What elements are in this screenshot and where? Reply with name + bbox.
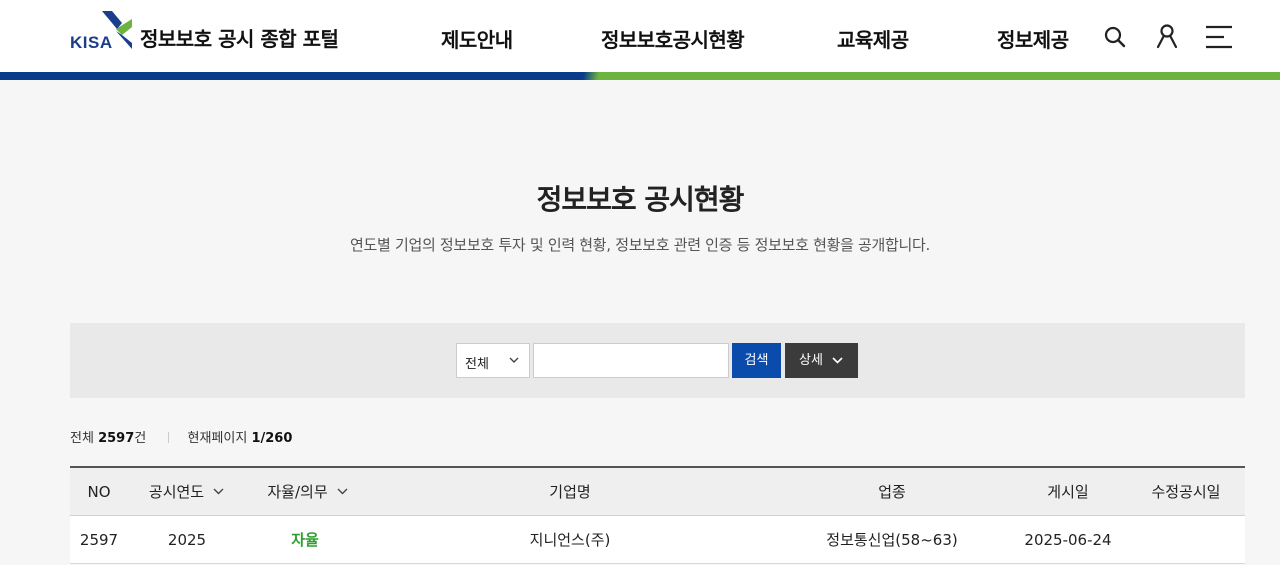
chevron-down-icon [832,357,843,364]
table-header: NO 공시연도 자율/의무 기업명 업종 게시일 수정공시일 [70,466,1245,516]
column-header-type[interactable]: 자율/의무 [258,468,358,515]
total-label: 전체 [70,431,94,446]
total-unit: 건 [134,431,147,446]
header-color-stripe [0,72,1280,80]
current-page-value: 1/260 [251,431,293,446]
portal-title: 정보보호 공시 종합 포털 [140,27,339,51]
chevron-down-icon [213,488,224,495]
disclosure-table: NO 공시연도 자율/의무 기업명 업종 게시일 수정공시일 2597 2025… [70,466,1245,564]
menu-icon[interactable] [1204,22,1234,52]
page-title: 정보보호 공시현황 [536,183,745,216]
cell-no: 2597 [79,530,119,549]
current-page-label: 현재페이지 [187,431,248,446]
search-category-value: 전체 [465,357,489,372]
cell-company[interactable]: 지니언스(주) [470,516,670,563]
cell-modified [1136,516,1236,563]
search-icon[interactable] [1101,22,1131,52]
nav-item-disclosure-status[interactable]: 정보보호공시현황 [601,24,745,53]
cell-year: 2025 [167,530,207,549]
summary-divider [168,432,170,443]
nav-item-education[interactable]: 교육제공 [837,24,909,53]
search-button[interactable]: 검색 [732,343,781,378]
detail-search-label: 상세 [799,353,823,368]
search-category-select[interactable]: 전체 [456,343,530,378]
column-header-posted: 게시일 [1047,483,1089,501]
cell-industry: 정보통신업(58~63) [826,531,958,549]
nav-item-guide[interactable]: 제도안내 [441,24,513,53]
chevron-down-icon [509,357,519,363]
page-description: 연도별 기업의 정보보호 투자 및 인력 현황, 정보보호 관련 인증 등 정보… [349,236,931,254]
total-count: 2597 [98,431,135,446]
column-header-year[interactable]: 공시연도 [140,468,234,515]
kisa-logo-text: KISA [70,33,113,52]
column-header-industry: 업종 [878,483,906,501]
result-summary: 전체 2597건 현재페이지 1/260 [70,427,292,446]
search-input[interactable] [533,343,729,378]
column-header-company: 기업명 [549,483,591,501]
chevron-down-icon [337,488,348,495]
nav-item-information[interactable]: 정보제공 [997,24,1069,53]
kisa-logo[interactable]: KISA 정보보호 공시 종합 포털 [70,8,339,58]
cell-type: 자율 [291,531,319,549]
search-panel: 전체 검색 상세 [70,323,1245,398]
cell-posted: 2025-06-24 [1024,530,1112,549]
table-row[interactable]: 2597 2025 자율 지니언스(주) 정보통신업(58~63) 2025-0… [70,516,1245,564]
column-header-no: NO [87,482,111,501]
kisa-logo-mark: KISA [70,9,134,57]
user-icon[interactable] [1152,22,1182,52]
site-header: KISA 정보보호 공시 종합 포털 제도안내 정보보호공시현황 교육제공 정보… [0,0,1280,74]
detail-search-button[interactable]: 상세 [785,343,858,378]
column-header-modified: 수정공시일 [1151,483,1221,501]
